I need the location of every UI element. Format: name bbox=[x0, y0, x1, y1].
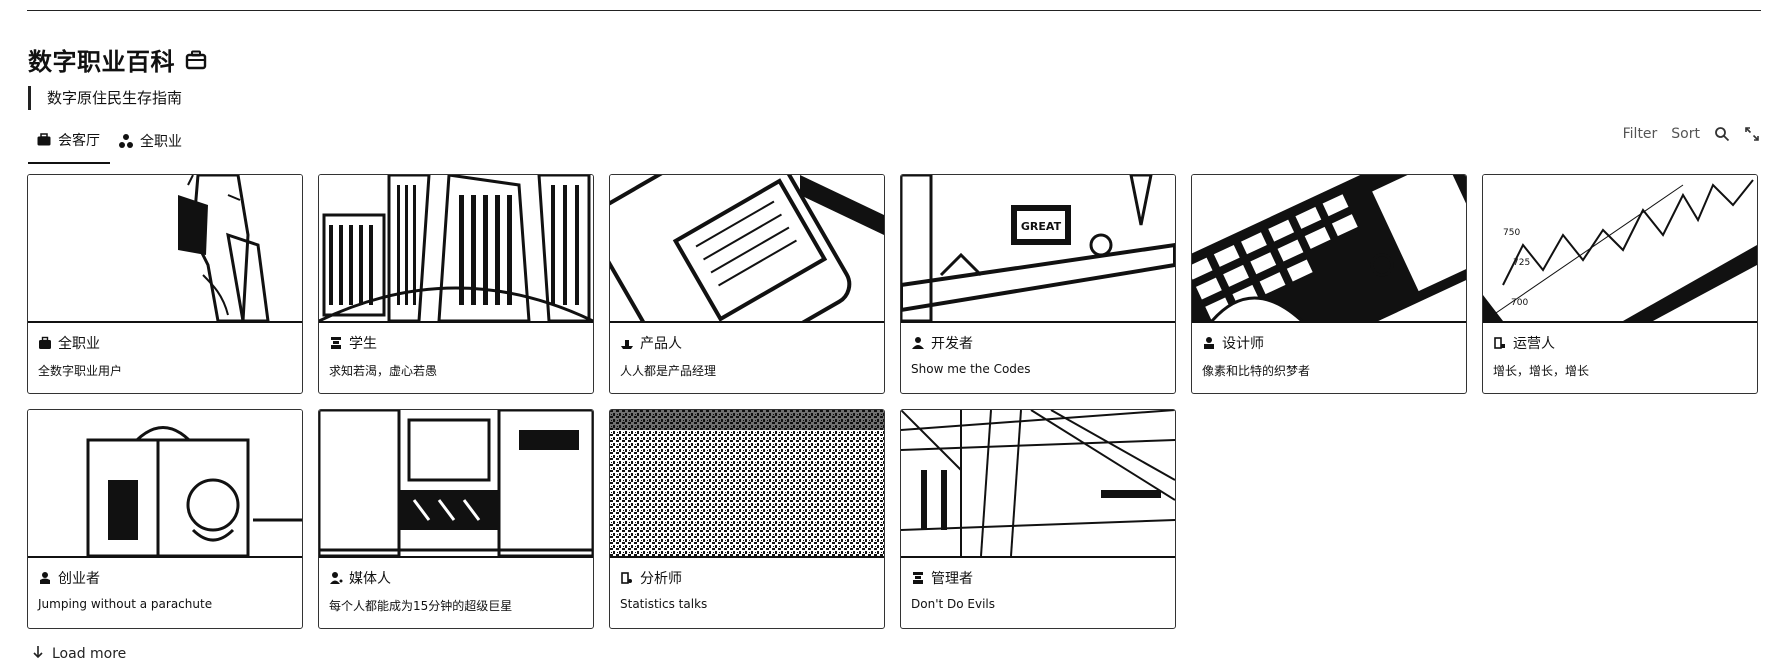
svg-text:725: 725 bbox=[1513, 258, 1530, 268]
page-title: 数字职业百科 bbox=[28, 48, 175, 76]
role-card-designer[interactable]: 设计师 像素和比特的织梦者 bbox=[1191, 174, 1467, 394]
role-card-manager[interactable]: 管理者 Don't Do Evils bbox=[900, 409, 1176, 629]
card-title-text: 设计师 bbox=[1222, 336, 1264, 352]
card-description: 人人都是产品经理 bbox=[620, 364, 717, 378]
card-cover-image bbox=[319, 410, 593, 558]
card-title-text: 学生 bbox=[349, 336, 377, 352]
card-title: 运营人 bbox=[1493, 333, 1555, 353]
briefcase-icon bbox=[36, 132, 52, 148]
card-title: 创业者 bbox=[38, 568, 100, 588]
sort-button[interactable]: Sort bbox=[1671, 126, 1700, 142]
role-card-product[interactable]: 产品人 人人都是产品经理 bbox=[609, 174, 885, 394]
svg-text:700: 700 bbox=[1511, 298, 1528, 308]
role-card-developer[interactable]: GREAT 开发者 Show me the Codes bbox=[900, 174, 1176, 394]
card-title: 全职业 bbox=[38, 333, 100, 353]
card-cover-image bbox=[28, 410, 302, 558]
top-divider bbox=[27, 10, 1761, 11]
product-icon bbox=[620, 336, 634, 350]
card-description: Don't Do Evils bbox=[911, 597, 996, 611]
view-tabs: 会客厅 全职业 bbox=[28, 124, 192, 164]
manager-icon bbox=[911, 571, 925, 585]
card-title: 分析师 bbox=[620, 568, 682, 588]
card-title-text: 分析师 bbox=[640, 571, 682, 587]
role-card-media[interactable]: 媒体人 每个人都能成为15分钟的超级巨星 bbox=[318, 409, 594, 629]
role-gallery: 全职业 全数字职业用户 学生 求知若渴，虚心若愚 产品人 人人都是产品经理 GR… bbox=[27, 174, 1758, 629]
card-title-text: 创业者 bbox=[58, 571, 100, 587]
analyst-icon bbox=[620, 571, 634, 585]
load-more-label: Load more bbox=[52, 645, 127, 662]
card-description: 每个人都能成为15分钟的超级巨星 bbox=[329, 599, 513, 613]
card-cover-image bbox=[1192, 175, 1466, 323]
briefcase-icon bbox=[185, 49, 207, 71]
card-description: Show me the Codes bbox=[911, 362, 1031, 376]
card-cover-image bbox=[610, 175, 884, 323]
card-title: 开发者 bbox=[911, 333, 973, 353]
toolbar: Filter Sort bbox=[1623, 126, 1760, 142]
card-title: 学生 bbox=[329, 333, 377, 353]
tab-label: 全职业 bbox=[140, 134, 182, 150]
developer-icon bbox=[911, 336, 925, 350]
card-description: Jumping without a parachute bbox=[38, 597, 213, 611]
role-card-founder[interactable]: 创业者 Jumping without a parachute bbox=[27, 409, 303, 629]
card-title-text: 媒体人 bbox=[349, 571, 391, 587]
card-cover-image: GREAT bbox=[901, 175, 1175, 323]
page-header: 数字职业百科 bbox=[28, 42, 207, 77]
card-cover-image bbox=[901, 410, 1175, 558]
card-title: 管理者 bbox=[911, 568, 973, 588]
card-description: 全数字职业用户 bbox=[38, 364, 123, 378]
svg-text:GREAT: GREAT bbox=[1021, 220, 1062, 233]
role-card-all[interactable]: 全职业 全数字职业用户 bbox=[27, 174, 303, 394]
operator-icon bbox=[1493, 336, 1507, 350]
designer-icon bbox=[1202, 336, 1216, 350]
card-title-text: 运营人 bbox=[1513, 336, 1555, 352]
tab-all-roles[interactable]: 全职业 bbox=[110, 124, 192, 164]
card-description: 求知若渴，虚心若愚 bbox=[329, 364, 438, 378]
filter-button[interactable]: Filter bbox=[1623, 126, 1658, 142]
card-cover-image bbox=[610, 410, 884, 558]
card-title: 设计师 bbox=[1202, 333, 1264, 353]
role-card-analyst[interactable]: 分析师 Statistics talks bbox=[609, 409, 885, 629]
role-card-student[interactable]: 学生 求知若渴，虚心若愚 bbox=[318, 174, 594, 394]
card-description: Statistics talks bbox=[620, 597, 708, 611]
load-more-button[interactable]: Load more bbox=[32, 645, 126, 662]
card-cover-image: 750 725 700 bbox=[1483, 175, 1757, 323]
svg-text:750: 750 bbox=[1503, 228, 1520, 238]
card-description: 增长，增长，增长 bbox=[1493, 364, 1590, 378]
card-cover-image bbox=[28, 175, 302, 323]
card-description: 像素和比特的织梦者 bbox=[1202, 364, 1311, 378]
grid-icon bbox=[118, 133, 134, 149]
search-icon[interactable] bbox=[1714, 126, 1730, 142]
card-title: 媒体人 bbox=[329, 568, 391, 588]
card-title-text: 管理者 bbox=[931, 571, 973, 587]
card-title-text: 产品人 bbox=[640, 336, 682, 352]
card-title-text: 开发者 bbox=[931, 336, 973, 352]
tab-lounge[interactable]: 会客厅 bbox=[28, 124, 110, 164]
card-cover-image bbox=[319, 175, 593, 323]
founder-icon bbox=[38, 571, 52, 585]
role-card-operator[interactable]: 750 725 700 运营人 增长，增长，增长 bbox=[1482, 174, 1758, 394]
briefcase-icon bbox=[38, 336, 52, 350]
card-title-text: 全职业 bbox=[58, 336, 100, 352]
media-icon bbox=[329, 571, 343, 585]
student-icon bbox=[329, 336, 343, 350]
expand-icon[interactable] bbox=[1744, 126, 1760, 142]
page-subtitle: 数字原住民生存指南 bbox=[28, 86, 182, 110]
tab-label: 会客厅 bbox=[58, 133, 100, 149]
arrow-down-icon bbox=[32, 645, 44, 662]
card-title: 产品人 bbox=[620, 333, 682, 353]
